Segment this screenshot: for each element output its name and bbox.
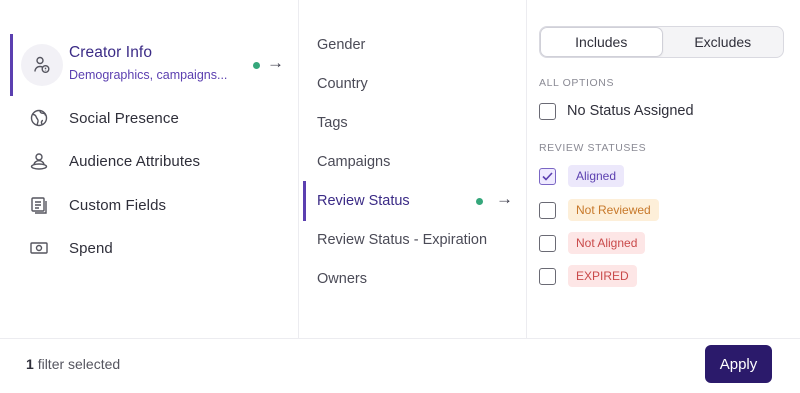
active-indicator-dot: [253, 62, 260, 69]
checkbox[interactable]: [539, 201, 556, 219]
category-label: Custom Fields: [69, 196, 167, 214]
options-panel: Includes Excludes ALL OPTIONS No Status …: [527, 0, 800, 338]
field-tags[interactable]: Tags: [299, 103, 526, 143]
field-label: Owners: [317, 271, 367, 287]
arrow-right-icon: →: [267, 53, 284, 72]
category-spend[interactable]: Spend: [10, 228, 298, 268]
filter-panel: Creator Info Demographics, campaigns... …: [0, 0, 800, 338]
category-list: Creator Info Demographics, campaigns... …: [0, 0, 298, 338]
category-custom-fields[interactable]: Custom Fields: [10, 185, 298, 225]
field-label: Review Status - Expiration: [317, 232, 488, 248]
field-label: Review Status: [317, 193, 410, 209]
option-not-aligned[interactable]: Not Aligned: [539, 231, 646, 255]
checkbox[interactable]: [539, 167, 556, 185]
option-not-reviewed[interactable]: Not Reviewed: [539, 198, 659, 222]
checkbox[interactable]: [539, 234, 556, 252]
audience-icon: [28, 150, 50, 172]
active-indicator-dot: [476, 198, 483, 205]
filter-summary: 1 filter selected: [26, 356, 120, 372]
checkbox[interactable]: [539, 102, 556, 120]
all-options-heading: ALL OPTIONS: [539, 77, 615, 89]
field-review-status-expiration[interactable]: Review Status - Expiration: [299, 220, 526, 260]
option-label: No Status Assigned: [567, 103, 694, 119]
checkbox[interactable]: [539, 267, 556, 285]
category-creator-info[interactable]: Creator Info Demographics, campaigns... …: [10, 34, 298, 96]
category-label: Creator Info: [69, 44, 153, 61]
filter-summary-text: filter selected: [37, 356, 121, 372]
field-label: Country: [317, 76, 368, 92]
field-label: Gender: [317, 37, 366, 53]
include-exclude-toggle: Includes Excludes: [539, 26, 784, 58]
custom-fields-icon: [28, 194, 50, 216]
review-statuses-heading: REVIEW STATUSES: [539, 142, 647, 154]
option-aligned[interactable]: Aligned: [539, 164, 625, 188]
field-label: Tags: [317, 115, 348, 131]
excludes-option[interactable]: Excludes: [663, 27, 784, 57]
option-no-status-assigned[interactable]: No Status Assigned: [539, 99, 694, 123]
status-badge: EXPIRED: [568, 265, 637, 287]
arrow-right-icon: →: [496, 189, 513, 208]
status-badge: Aligned: [568, 165, 625, 187]
field-list: Gender Country Tags Campaigns Review Sta…: [299, 0, 526, 338]
category-label: Spend: [69, 239, 113, 257]
includes-option[interactable]: Includes: [540, 27, 663, 57]
apply-button[interactable]: Apply: [705, 345, 772, 383]
category-subtitle: Demographics, campaigns...: [69, 68, 228, 82]
field-owners[interactable]: Owners: [299, 259, 526, 299]
creator-info-icon: [21, 44, 63, 86]
field-country[interactable]: Country: [299, 64, 526, 104]
option-expired[interactable]: EXPIRED: [539, 264, 637, 288]
checkmark-icon: [542, 171, 553, 181]
field-review-status[interactable]: Review Status →: [303, 181, 526, 221]
money-icon: [28, 237, 50, 259]
status-badge: Not Aligned: [568, 232, 646, 254]
category-audience-attributes[interactable]: Audience Attributes: [10, 141, 298, 181]
category-label: Audience Attributes: [69, 152, 201, 170]
footer-bar: 1 filter selected Apply: [0, 338, 800, 393]
filter-count: 1: [26, 356, 34, 372]
field-label: Campaigns: [317, 154, 391, 170]
field-gender[interactable]: Gender: [299, 25, 526, 65]
category-label: Social Presence: [69, 109, 179, 127]
globe-icon: [28, 107, 50, 129]
category-social-presence[interactable]: Social Presence: [10, 98, 298, 138]
status-badge: Not Reviewed: [568, 199, 659, 221]
field-campaigns[interactable]: Campaigns: [299, 142, 526, 182]
